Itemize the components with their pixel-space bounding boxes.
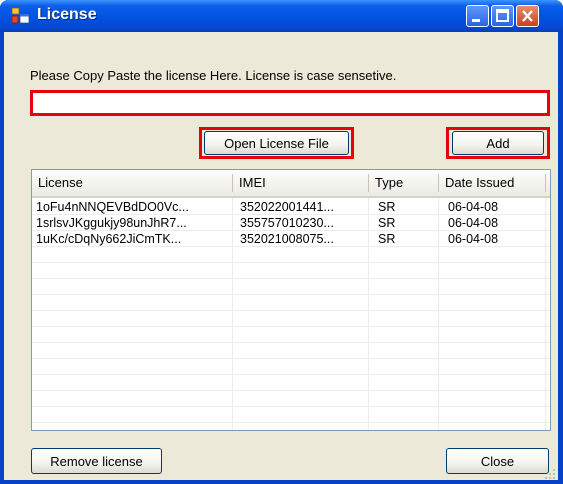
title-bar[interactable]: License <box>0 0 563 32</box>
license-cell: 1srlsvJKggukjy98unJhR7... <box>36 216 187 230</box>
column-header-imei[interactable]: IMEI <box>233 170 369 196</box>
maximize-icon <box>496 9 509 22</box>
add-highlight <box>446 127 550 159</box>
remove-license-button[interactable]: Remove license <box>31 448 162 474</box>
grid-line <box>32 262 550 263</box>
close-window-button[interactable] <box>516 5 539 27</box>
column-divider[interactable] <box>545 174 546 192</box>
resize-grip-icon[interactable] <box>544 468 556 480</box>
license-list[interactable]: License IMEI Type Date Issued 1oFu4nNNQE… <box>31 169 551 431</box>
grid-line <box>32 390 550 391</box>
remove-license-label: Remove license <box>50 453 143 469</box>
list-header: License IMEI Type Date Issued <box>32 170 550 198</box>
date-issued-cell: 06-04-08 <box>448 216 499 230</box>
grid-line <box>32 278 550 279</box>
grid-line <box>32 358 550 359</box>
type-cell: SR <box>378 200 396 214</box>
imei-cell: 355757010230... <box>240 216 334 230</box>
minimize-button[interactable] <box>466 5 489 27</box>
table-row[interactable]: 1srlsvJKggukjy98unJhR7... 355757010230..… <box>32 215 550 231</box>
license-window: License Please Copy Paste the license He… <box>0 0 563 484</box>
close-button[interactable]: Close <box>446 448 549 474</box>
date-issued-cell: 06-04-08 <box>448 232 499 246</box>
grid-line <box>32 326 550 327</box>
grid-line <box>32 294 550 295</box>
close-icon <box>522 10 533 22</box>
close-button-label: Close <box>480 453 515 469</box>
license-cell: 1uKc/cDqNy662JiCmTK... <box>36 232 182 246</box>
license-cell: 1oFu4nNNQEVBdDO0Vc... <box>36 200 189 214</box>
date-issued-cell: 06-04-08 <box>448 200 499 214</box>
app-window-icon <box>12 8 30 24</box>
grid-line <box>32 406 550 407</box>
column-header-license[interactable]: License <box>32 170 233 196</box>
table-row[interactable]: 1uKc/cDqNy662JiCmTK... 352021008075... S… <box>32 231 550 247</box>
grid-line <box>32 422 550 423</box>
grid-line <box>32 342 550 343</box>
minimize-icon <box>472 19 480 22</box>
license-input[interactable] <box>30 90 550 116</box>
open-file-highlight <box>199 127 354 159</box>
type-cell: SR <box>378 216 396 230</box>
table-row[interactable]: 1oFu4nNNQEVBdDO0Vc... 352022001441... SR… <box>32 199 550 215</box>
imei-cell: 352022001441... <box>240 200 334 214</box>
type-cell: SR <box>378 232 396 246</box>
maximize-button[interactable] <box>491 5 514 27</box>
grid-line <box>32 310 550 311</box>
grid-line <box>32 374 550 375</box>
instruction-label: Please Copy Paste the license Here. Lice… <box>30 68 397 83</box>
imei-cell: 352021008075... <box>240 232 334 246</box>
column-header-type[interactable]: Type <box>369 170 439 196</box>
column-header-date-issued[interactable]: Date Issued <box>439 170 549 196</box>
window-title: License <box>37 6 97 23</box>
